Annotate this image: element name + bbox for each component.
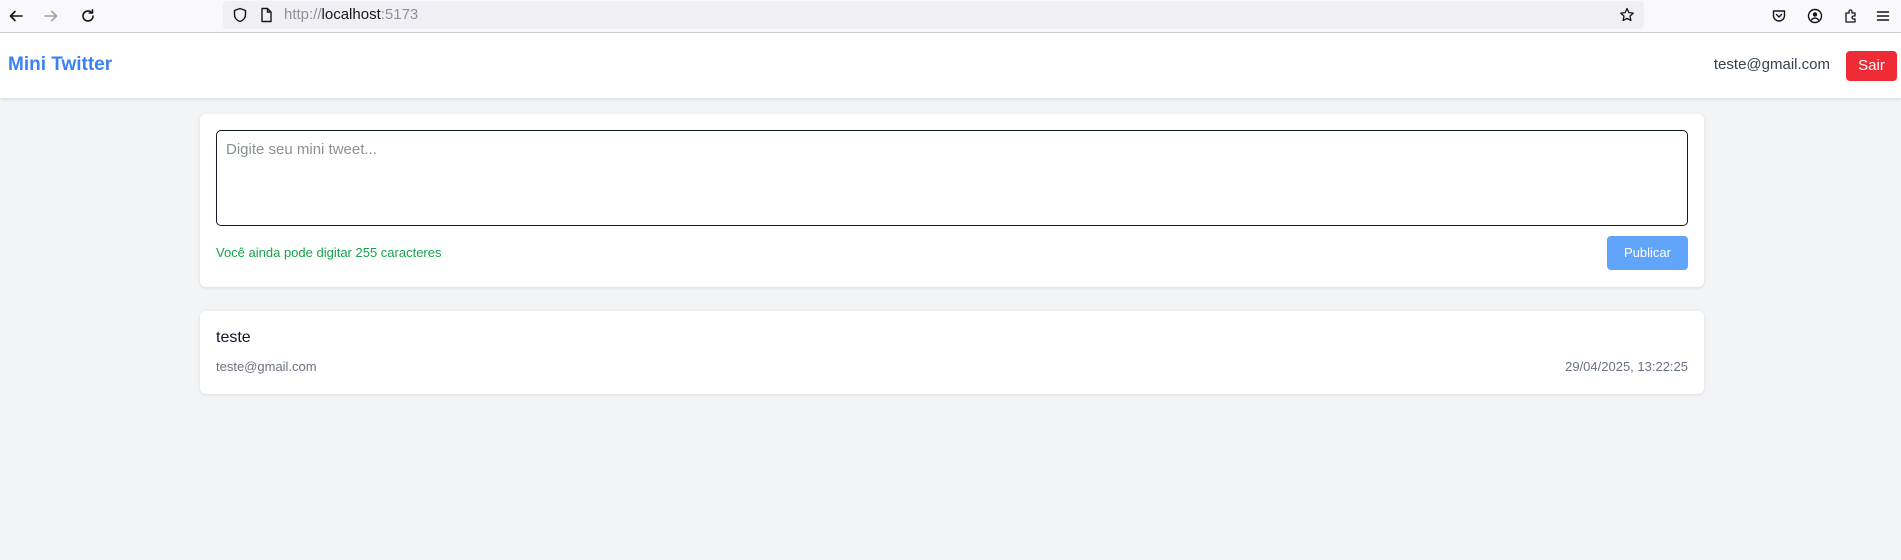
arrow-left-icon: [9, 10, 23, 22]
compose-card: Você ainda pode digitar 255 caracteres P…: [200, 114, 1704, 287]
tweet-card: teste teste@gmail.com 29/04/2025, 13:22:…: [200, 311, 1704, 394]
account-icon: [1807, 8, 1823, 24]
browser-toolbar: http://localhost:5173: [0, 0, 1901, 33]
hamburger-menu-icon: [1876, 11, 1890, 21]
url-text[interactable]: http://localhost:5173: [284, 6, 418, 24]
star-icon[interactable]: [1619, 7, 1635, 23]
page-icon[interactable]: [258, 7, 274, 23]
pocket-icon: [1772, 10, 1786, 22]
puzzle-icon: [1845, 9, 1856, 23]
user-email: teste@gmail.com: [1713, 56, 1830, 73]
menu-button[interactable]: [1871, 4, 1895, 28]
char-counter: Você ainda pode digitar 255 caracteres: [216, 245, 442, 260]
app-header: Mini Twitter teste@gmail.com Sair: [0, 33, 1901, 98]
url-port: :5173: [380, 6, 419, 23]
arrow-right-icon: [44, 10, 58, 22]
shield-icon[interactable]: [232, 7, 248, 23]
forward-button[interactable]: [37, 2, 65, 30]
url-bar[interactable]: http://localhost:5173: [223, 1, 1644, 29]
publish-button[interactable]: Publicar: [1607, 236, 1688, 270]
url-scheme: http://: [284, 6, 322, 23]
tweet-content: teste: [216, 329, 251, 346]
url-host: localhost: [321, 6, 381, 23]
pocket-button[interactable]: [1767, 4, 1791, 28]
reload-icon: [82, 9, 94, 22]
tweet-input[interactable]: [216, 130, 1688, 226]
back-button[interactable]: [2, 2, 30, 30]
tweet-author: teste@gmail.com: [216, 359, 317, 374]
brand-logo[interactable]: Mini Twitter: [8, 53, 112, 77]
extensions-button[interactable]: [1839, 4, 1863, 28]
logout-button[interactable]: Sair: [1846, 51, 1897, 81]
account-button[interactable]: [1803, 4, 1827, 28]
tweet-timestamp: 29/04/2025, 13:22:25: [1565, 359, 1688, 374]
reload-button[interactable]: [74, 2, 102, 30]
